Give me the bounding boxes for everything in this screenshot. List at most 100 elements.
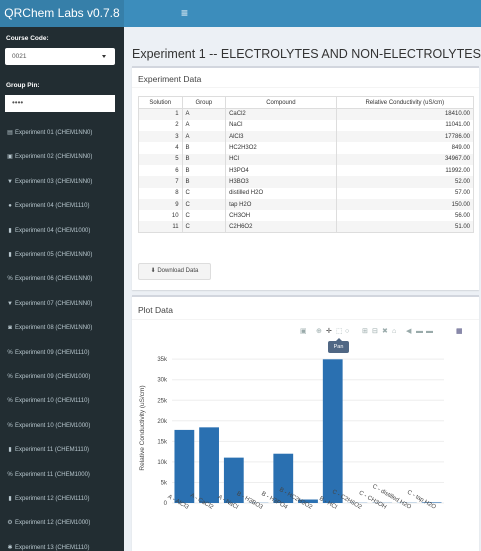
table-row: 5 B HCl 34967.00 <box>138 153 475 165</box>
column-header[interactable]: Relative Conductivity (uS/cm) <box>335 96 475 109</box>
caret-down-icon <box>102 55 106 58</box>
y-tick-label: 20k <box>157 419 168 425</box>
sidebar-item-experiment[interactable]: ▼ Experiment 07 (CHEM1NN0) <box>0 293 124 315</box>
sidebar-item-experiment[interactable]: % Experiment 10 (CHEM1110) <box>0 390 124 412</box>
sidebar-item-experiment[interactable]: ✱ Experiment 13 (CHEM1110) <box>0 537 124 551</box>
sidebar-item-experiment[interactable]: % Experiment 06 (CHEM1NN0) <box>0 268 124 290</box>
sidebar-item-experiment[interactable]: % Experiment 11 (CHEM1000) <box>0 464 124 486</box>
box-select-icon[interactable]: ⬚ <box>336 327 343 337</box>
bar[interactable] <box>199 427 219 503</box>
table-cell: 7 <box>138 176 183 188</box>
column-header[interactable]: Solution <box>138 96 183 109</box>
flask-icon: ▮ <box>8 447 12 454</box>
sidebar-item-experiment[interactable]: % Experiment 09 (CHEM1110) <box>0 342 124 364</box>
sidebar-item-label: Experiment 12 (CHEM1110) <box>15 496 90 502</box>
autoscale-icon[interactable]: ✖ <box>382 327 388 337</box>
experiment-data-table: Solution Group Compound Relative Conductivi… <box>138 96 475 234</box>
table-cell: 51.00 <box>335 221 475 234</box>
sidebar: Course Code: 0021 Group Pin: •••• ▤ Exper… <box>0 27 124 551</box>
y-tick-label: 5k <box>161 480 168 486</box>
lasso-select-icon[interactable]: ○ <box>345 327 349 337</box>
plot-data-box: Plot Data ▣ ⊕ ✛ ⬚ ○ ⊞ ⊟ ✖ ⌂ ◀ ▬ ▬ ▦ 0 5k 1… <box>132 295 479 551</box>
asterisk-icon: ✱ <box>7 544 13 551</box>
y-tick-label: 0 <box>164 501 168 507</box>
table-row: 8 Cdistilled H2O 57.00 <box>138 187 475 199</box>
closest-hover-icon[interactable]: ▬ <box>426 327 433 337</box>
y-tick-label: 35k <box>157 357 168 363</box>
course-code-select[interactable]: 0021 <box>5 48 115 65</box>
sidebar-item-experiment[interactable]: ▮ Experiment 04 (CHEM1000) <box>0 220 124 242</box>
sidebar-item-label: Experiment 13 (CHEM1110) <box>15 544 90 551</box>
sidebar-item-experiment[interactable]: % Experiment 10 (CHEM1000) <box>0 415 124 437</box>
table-cell: H3BO3 <box>225 176 337 188</box>
table-row: 7 B H3BO3 52.00 <box>138 176 475 188</box>
hamburger-icon[interactable]: ≡ <box>181 0 188 27</box>
pan-tooltip: Pan <box>328 338 349 353</box>
table-cell: B <box>181 153 227 165</box>
reset-axes-icon[interactable]: ⌂ <box>392 327 396 337</box>
sidebar-item-label: Experiment 08 (CHEM1NN0) <box>15 325 93 332</box>
sidebar-item-experiment[interactable]: ▤ Experiment 01 (CHEM1NN0) <box>0 122 124 144</box>
zoom-icon[interactable]: ⊕ <box>316 327 322 337</box>
table-cell: 9 <box>138 198 183 211</box>
table-row: 6 B H3PO4 11992.00 <box>138 164 475 177</box>
spike-lines-icon[interactable]: ◀ <box>406 327 411 337</box>
y-axis-title: Relative Conductivity (uS/cm) <box>139 385 146 470</box>
pan-icon[interactable]: ✛ <box>326 327 332 337</box>
fire-icon: ◙ <box>8 325 12 332</box>
table-cell: 57.00 <box>335 187 475 199</box>
sidebar-item-experiment[interactable]: ▮ Experiment 12 (CHEM1110) <box>0 488 124 510</box>
percent-icon: % <box>7 471 13 478</box>
page-title: Experiment 1 -- ELECTROLYTES AND NON-ELE… <box>132 47 481 61</box>
sidebar-item-experiment[interactable]: ⚙ Experiment 12 (CHEM1000) <box>0 512 124 534</box>
sidebar-item-experiment[interactable]: ◙ Experiment 08 (CHEM1NN0) <box>0 317 124 339</box>
plot-modebar: ▣ ⊕ ✛ ⬚ ○ ⊞ ⊟ ✖ ⌂ ◀ ▬ ▬ ▦ <box>300 327 476 337</box>
table-cell: 8 <box>138 187 183 199</box>
sidebar-item-experiment[interactable]: ▣ Experiment 02 (CHEM1NN0) <box>0 146 124 168</box>
x-tick-label: C - distilled H2O <box>371 484 412 511</box>
flask-icon: ▮ <box>8 227 12 234</box>
download-data-button[interactable]: ⬇ Download Data <box>138 263 211 280</box>
sidebar-item-label: Experiment 12 (CHEM1000) <box>15 520 91 527</box>
experiment-data-title: Experiment Data <box>138 74 202 84</box>
compare-hover-icon[interactable]: ▬ <box>416 327 423 337</box>
table-cell: H3PO4 <box>225 164 337 177</box>
experiment-data-box: Experiment Data Solution Group Compound Rel… <box>132 66 479 290</box>
sidebar-item-experiment[interactable]: ● Experiment 04 (CHEM1110) <box>0 195 124 217</box>
column-header[interactable]: Compound <box>225 96 337 109</box>
group-pin-label: Group Pin: <box>6 82 40 89</box>
sidebar-item-experiment[interactable]: ▼ Experiment 03 (CHEM1NN0) <box>0 171 124 193</box>
group-pin-input[interactable]: •••• <box>5 95 115 112</box>
tint-icon: ● <box>8 203 12 210</box>
plotly-logo-icon[interactable]: ▦ <box>456 327 463 337</box>
sidebar-item-experiment[interactable]: ▮ Experiment 05 (CHEM1NN0) <box>0 244 124 266</box>
table-cell: 3 <box>138 131 183 143</box>
sidebar-item-label: Experiment 05 (CHEM1NN0) <box>15 252 93 258</box>
table-cell: 5 <box>138 153 183 165</box>
table-cell: 150.00 <box>335 198 475 211</box>
table-cell: CH3OH <box>225 210 337 222</box>
table-cell: tap H2O <box>225 198 337 211</box>
y-tick-label: 30k <box>157 378 168 384</box>
sidebar-item-experiment[interactable]: ▮ Experiment 11 (CHEM1110) <box>0 439 124 461</box>
table-row: 3 A AlCl3 17786.00 <box>138 131 475 143</box>
table-cell: A <box>181 108 227 120</box>
table-cell: 34967.00 <box>335 153 475 165</box>
table-cell: 849.00 <box>335 142 475 154</box>
column-header[interactable]: Group <box>181 96 227 109</box>
table-cell: AlCl3 <box>225 131 337 143</box>
bar[interactable] <box>322 359 343 503</box>
table-cell: B <box>181 176 227 188</box>
zoom-in-icon[interactable]: ⊞ <box>362 327 368 337</box>
gear-icon: ⚙ <box>7 520 13 527</box>
y-tick-label: 25k <box>157 398 168 404</box>
table-row: 1 A CaCl2 18410.00 <box>138 108 475 120</box>
sidebar-item-experiment[interactable]: % Experiment 09 (CHEM1000) <box>0 366 124 388</box>
camera-icon[interactable]: ▣ <box>300 327 307 337</box>
sidebar-item-label: Experiment 11 (CHEM1110) <box>15 447 90 454</box>
table-cell: 18410.00 <box>335 108 475 120</box>
box-divider <box>132 319 479 320</box>
table-row: 9 Ctap H2O 150.00 <box>138 198 475 211</box>
flask-icon: ▮ <box>8 496 12 502</box>
zoom-out-icon[interactable]: ⊟ <box>372 327 378 337</box>
